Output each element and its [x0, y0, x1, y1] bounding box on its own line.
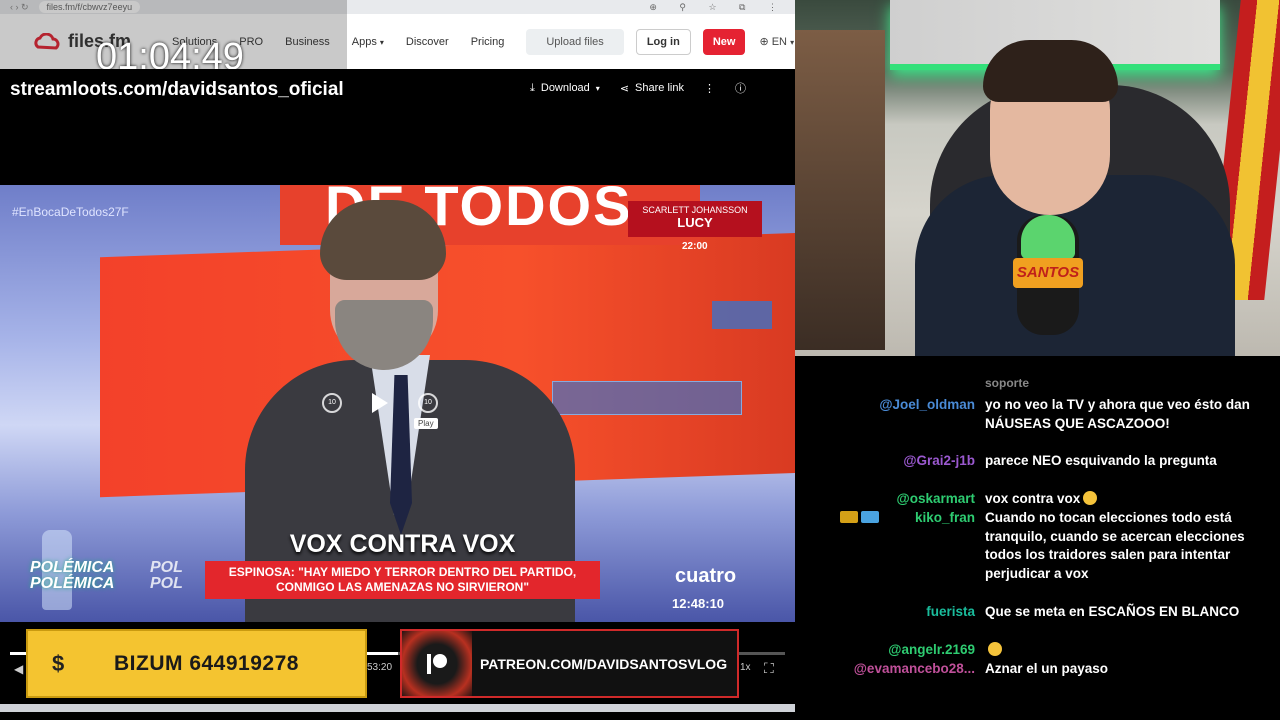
chat-text: Cuando no tocan elecciones todo está tra… [985, 510, 1245, 581]
promo-box: SCARLETT JOHANSSON LUCY [628, 201, 762, 237]
more-options-icon[interactable]: ⋮ [704, 82, 715, 95]
nav-discover[interactable]: Discover [406, 36, 449, 48]
download-icon: ⤓ [530, 81, 535, 94]
patreon-glyph-icon [427, 653, 447, 674]
share-icon: ⋖ [619, 82, 630, 95]
fullscreen-icon[interactable]: ⛶ [764, 660, 774, 677]
broadcast-clock: 12:48:10 [672, 596, 725, 611]
display-shelf [795, 30, 885, 350]
polemica-tag-2: POLÉMICA [30, 575, 115, 592]
chat-username[interactable]: fuerista [926, 603, 975, 622]
volume-icon[interactable]: ◀ [14, 662, 23, 676]
polemica-tag: POLÉMICA POLÉMICA [30, 560, 114, 592]
chevron-down-icon: ▾ [379, 37, 384, 47]
player-actions: ⤓ Download ▾ ⋖ Share link ⋮ ⓘ [530, 80, 746, 96]
bizum-text: BIZUM 644919278 [114, 651, 299, 675]
share-label: Share link [635, 82, 684, 94]
polemica-tag-3: POL [150, 559, 183, 576]
studio-panel [712, 301, 772, 329]
chat-panel: soporte @Joel_oldman yo no veo la TV y a… [795, 356, 1280, 720]
chat-username[interactable]: @evamancebo28... [854, 660, 975, 679]
chat-text [985, 641, 1265, 660]
playback-controls-overlay: 10 10 [322, 393, 438, 413]
channel-logo: cuatro [675, 565, 737, 587]
chat-text: Aznar el un payaso [985, 661, 1109, 676]
chat-cutoff-line: soporte [985, 376, 1030, 390]
polemica-tag-cut: POL POL [150, 560, 183, 592]
hugging-emoji-icon [988, 642, 1002, 656]
flag-badge-icon [861, 511, 879, 523]
dollar-icon: $ [52, 650, 65, 676]
globe-icon: ⊕ [759, 36, 769, 48]
chat-username[interactable]: kiko_fran [915, 509, 975, 528]
nav-apps-label: Apps [351, 35, 377, 48]
share-link-button[interactable]: ⋖ Share link [620, 82, 684, 95]
forward-10-icon[interactable]: 10 [418, 393, 438, 413]
language-label: EN [771, 36, 787, 48]
patreon-text: PATREON.COM/DAVIDSANTOSVLOG [480, 655, 728, 672]
news-lower-third: VOX CONTRA VOX ESPINOSA: "HAY MIEDO Y TE… [205, 530, 600, 599]
chevron-down-icon: ▾ [595, 83, 600, 93]
upload-files-button[interactable]: Upload files [526, 28, 624, 55]
badge-icon [840, 511, 858, 523]
hair [320, 200, 446, 280]
laughing-emoji-icon [1083, 491, 1098, 505]
patreon-banner: PATREON.COM/DAVIDSANTOSVLOG [400, 629, 739, 698]
nav-apps[interactable]: Apps ▾ [352, 36, 384, 48]
play-tooltip: Play [414, 418, 438, 429]
chat-text-content: vox contra vox [985, 491, 1081, 506]
promo-title: LUCY [677, 215, 713, 230]
language-selector[interactable]: ⊕ EN ▾ [759, 35, 794, 48]
show-hashtag: #EnBocaDeTodos27F [12, 205, 129, 219]
chat-text: parece NEO esquivando la pregunta [985, 453, 1217, 468]
streamloots-url: streamloots.com/davidsantos_oficial [10, 79, 344, 100]
info-icon[interactable]: ⓘ [735, 80, 746, 96]
chat-username[interactable]: @Grai2-j1b [903, 452, 975, 471]
chat-username[interactable]: @Joel_oldman [879, 396, 975, 415]
browser-toolbar-icons[interactable]: ⊕ ⚲ ☆ ⧉ ⋮ [649, 2, 787, 13]
speed-button[interactable]: 1x [740, 662, 751, 673]
subheadline: ESPINOSA: "HAY MIEDO Y TERROR DENTRO DEL… [205, 561, 600, 599]
tv-broadcast-frame: DE TODOS #EnBocaDeTodos27F SCARLETT JOHA… [0, 185, 795, 622]
polemica-tag-4: POL [150, 575, 183, 592]
user-badges [840, 511, 879, 523]
time-display: 53:20 [367, 662, 393, 673]
nav-pricing[interactable]: Pricing [471, 36, 505, 48]
mic-brand-label: SANTOS [1013, 258, 1083, 288]
chevron-down-icon: ▾ [790, 38, 795, 47]
play-icon[interactable] [372, 393, 388, 413]
promo-actor: SCARLETT JOHANSSON [642, 205, 748, 215]
chat-text: Que se meta en ESCAÑOS EN BLANCO [985, 604, 1240, 619]
webcam-feed: SANTOS [795, 0, 1280, 356]
new-button[interactable]: New [702, 28, 746, 55]
login-button[interactable]: Log in [635, 28, 691, 55]
headline: VOX CONTRA VOX [289, 530, 516, 558]
screen: { "browser": { "url": "files.fm/f/cbwvz7… [0, 0, 1280, 720]
chat-username[interactable]: @angelr.2169 [888, 641, 975, 660]
chat-text: yo no veo la TV y ahora que veo ésto dan… [985, 397, 1250, 431]
chat-text: vox contra vox [985, 490, 1265, 509]
download-button[interactable]: ⤓ Download ▾ [530, 82, 600, 95]
polemica-tag-1: POLÉMICA [30, 559, 115, 576]
taskbar-strip [0, 704, 795, 712]
rewind-10-icon[interactable]: 10 [322, 393, 342, 413]
download-label: Download [540, 82, 590, 94]
streamer-hair [983, 40, 1118, 102]
patreon-logo-icon [402, 631, 472, 696]
bizum-donation-banner: $ BIZUM 644919278 [26, 629, 367, 698]
promo-time: 22:00 [682, 241, 708, 252]
chat-username[interactable]: @oskarmart [897, 490, 975, 509]
mic-cover [1021, 215, 1075, 259]
